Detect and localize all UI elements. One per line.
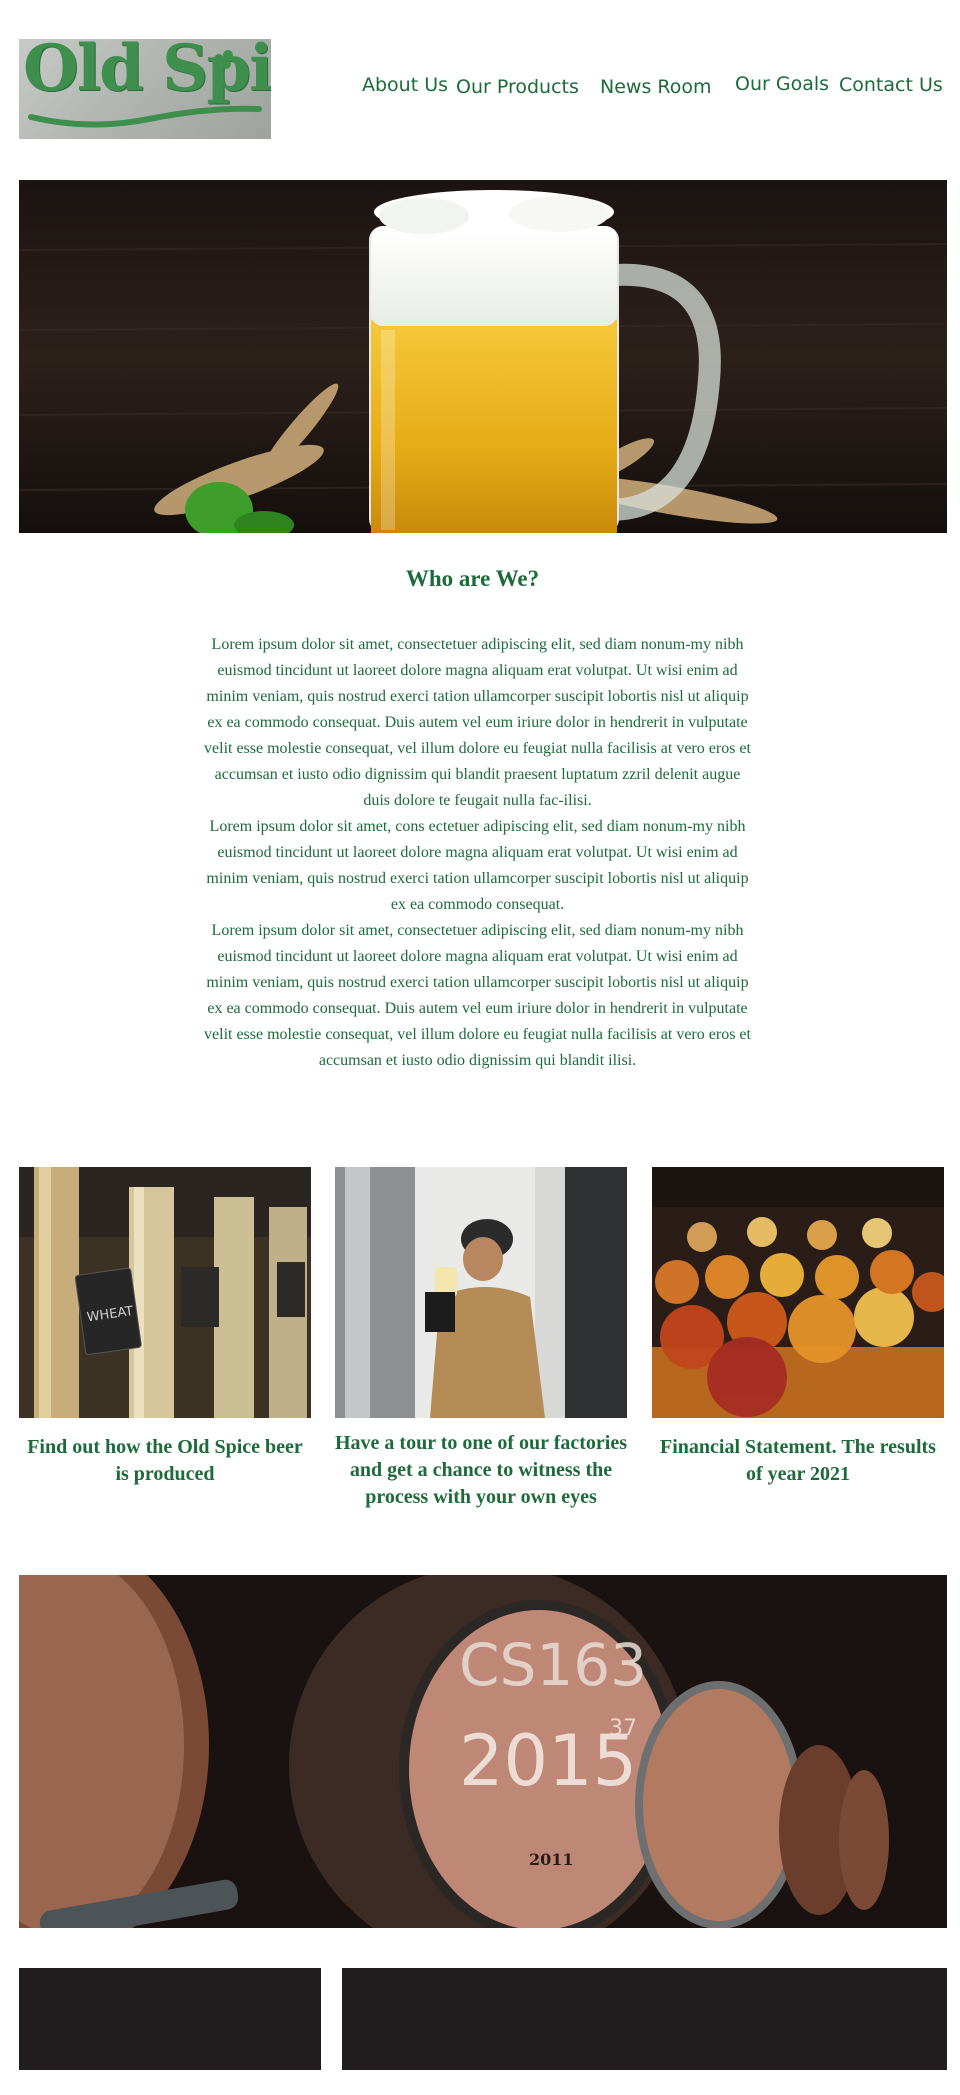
about-paragraph: Lorem ipsum dolor sit amet, cons ectetue… [206,818,749,913]
nav-contact-us[interactable]: Contact Us [839,74,943,96]
beer-mug-image [19,180,947,533]
nav-our-products[interactable]: Our Products [456,76,579,98]
beer-flight-image [652,1167,944,1418]
barrels-image: CS163 2015 37 2011 [19,1575,947,1928]
footer-panel-left [19,1968,321,2070]
feature-caption-financial[interactable]: Financial Statement. The results of year… [652,1434,944,1488]
nav-our-goals[interactable]: Our Goals [735,73,829,95]
main-nav: About Us Our Products News Room Our Goal… [0,73,960,102]
barrel-banner: CS163 2015 37 2011 [19,1575,947,1928]
chalk-label-sup: 37 [609,1716,637,1741]
brewer-tasting-image [335,1167,627,1418]
chalk-label-top: CS163 [459,1631,647,1699]
barrel-stamp: 2011 [529,1850,574,1869]
feature-caption-factory-tour[interactable]: Have a tour to one of our factories and … [320,1430,642,1511]
beer-taps-photo[interactable]: WHEAT [19,1167,311,1418]
about-body-text: Lorem ipsum dolor sit amet, consectetuer… [200,632,755,1074]
financial-statement-photo[interactable] [652,1167,944,1418]
hero-beer-banner [19,180,947,533]
nav-about-us[interactable]: About Us [362,74,448,96]
nav-news-room[interactable]: News Room [600,76,712,98]
feature-caption-production[interactable]: Find out how the Old Spice beer is produ… [19,1434,311,1488]
beer-taps-image: WHEAT [19,1167,311,1418]
section-title: Who are We? [405,566,540,591]
about-paragraph: Lorem ipsum dolor sit amet, consectetuer… [204,922,751,1069]
footer-panel-right [342,1968,947,2070]
factory-tour-photo[interactable] [335,1167,627,1418]
about-paragraph: Lorem ipsum dolor sit amet, consectetuer… [204,636,751,809]
